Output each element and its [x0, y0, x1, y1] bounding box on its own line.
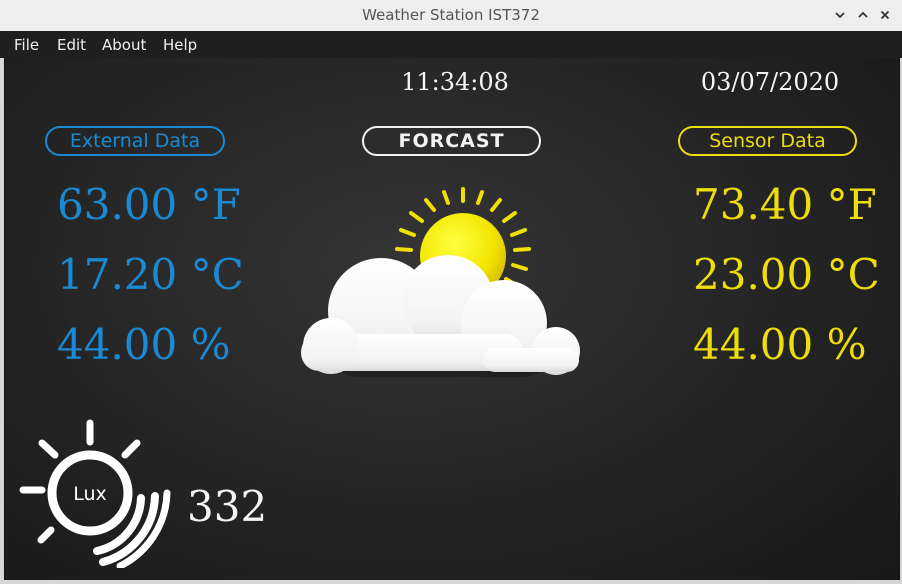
clock-time: 11:34:08 — [401, 68, 509, 96]
external-data-badge: External Data — [45, 126, 225, 156]
lux-sun-icon: Lux — [19, 419, 171, 568]
lux-value: 332 — [187, 482, 268, 531]
external-humidity: 44.00 % — [57, 320, 231, 369]
sensor-temp-f: 73.40 °F — [693, 180, 877, 229]
external-data-label: External Data — [69, 130, 201, 152]
partly-cloudy-icon — [301, 187, 580, 377]
sensor-temp-c: 23.00 °C — [693, 250, 880, 299]
external-temp-c: 17.20 °C — [57, 250, 244, 299]
clock-date: 03/07/2020 — [700, 68, 840, 96]
lux-label: Lux — [73, 483, 107, 505]
sensor-data-badge: Sensor Data — [678, 126, 857, 156]
forecast-badge: FORCAST — [362, 126, 541, 156]
external-temp-f: 63.00 °F — [57, 180, 241, 229]
maximize-icon[interactable] — [852, 4, 874, 26]
close-icon[interactable] — [874, 4, 896, 26]
sensor-data-label: Sensor Data — [709, 130, 826, 152]
menu-file[interactable]: File — [14, 36, 39, 54]
menu-bar: File Edit About Help — [0, 31, 902, 58]
menu-edit[interactable]: Edit — [57, 36, 86, 54]
title-bar[interactable]: Weather Station IST372 — [0, 0, 902, 32]
window-title: Weather Station IST372 — [362, 6, 540, 24]
dashboard-panel: 11:34:08 03/07/2020 External Data FORCAS… — [4, 58, 900, 580]
forecast-label: FORCAST — [398, 130, 505, 152]
collapse-icon[interactable] — [829, 4, 851, 26]
menu-about[interactable]: About — [102, 36, 146, 54]
menu-help[interactable]: Help — [163, 36, 197, 54]
sensor-humidity: 44.00 % — [693, 320, 867, 369]
app-window: Weather Station IST372 File Edit About H… — [0, 0, 902, 584]
